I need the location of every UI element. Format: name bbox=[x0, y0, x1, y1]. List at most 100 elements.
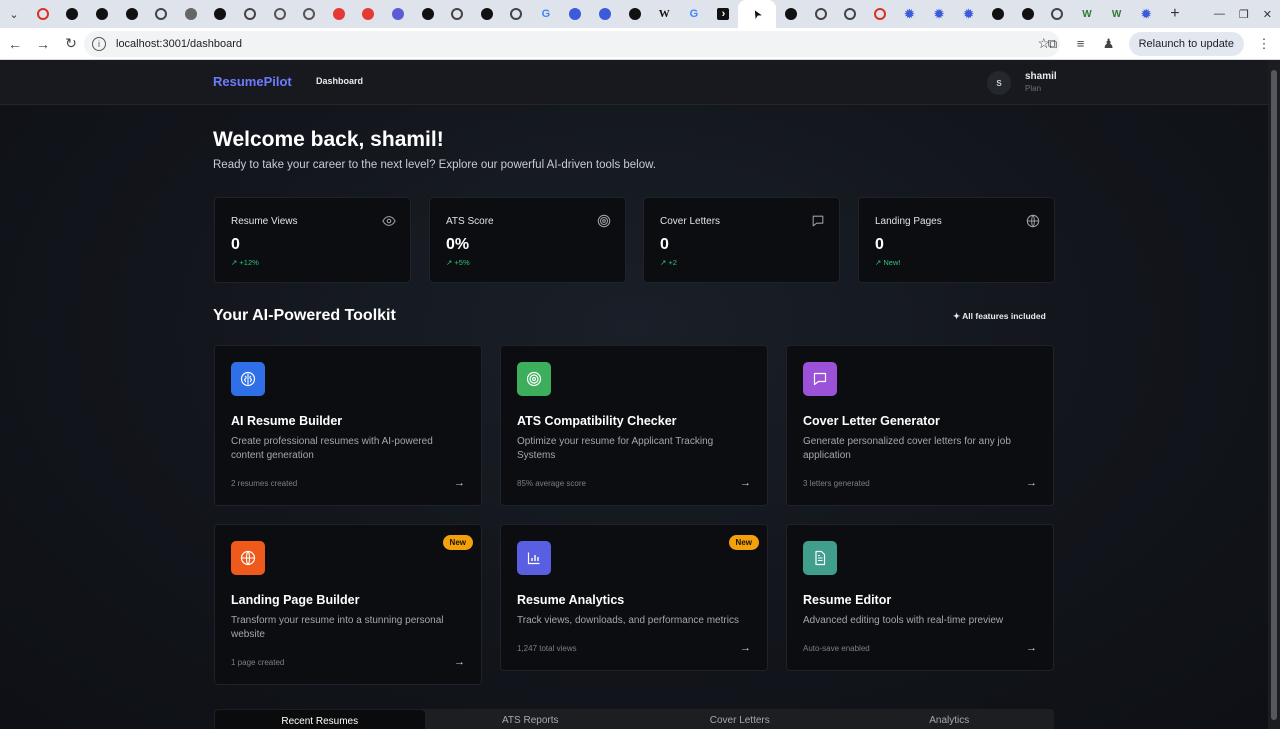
feature-card[interactable]: Landing Page Builder Transform your resum… bbox=[214, 524, 482, 685]
back-icon[interactable]: ← bbox=[2, 31, 28, 57]
browser-tab[interactable]: G bbox=[679, 0, 709, 28]
feature-card[interactable]: Cover Letter Generator Generate personali… bbox=[786, 345, 1054, 506]
restore-icon[interactable]: ❐ bbox=[1239, 8, 1249, 21]
reload-icon[interactable]: ↻ bbox=[58, 31, 84, 57]
browser-tab[interactable] bbox=[983, 0, 1013, 28]
feature-card[interactable]: AI Resume Builder Create professional res… bbox=[214, 345, 482, 506]
page-scrollbar[interactable] bbox=[1268, 60, 1280, 729]
browser-tab[interactable] bbox=[58, 0, 88, 28]
browser-tab[interactable]: › bbox=[709, 0, 739, 28]
relaunch-button[interactable]: Relaunch to update bbox=[1128, 31, 1244, 56]
address-bar[interactable]: i localhost:3001/dashboard ☆ bbox=[84, 30, 1060, 57]
browser-tab[interactable] bbox=[235, 0, 265, 28]
trend-up-icon: ↗ bbox=[231, 258, 238, 267]
browser-tab[interactable] bbox=[1013, 0, 1043, 28]
nav-link-dashboard[interactable]: Dashboard bbox=[316, 76, 363, 86]
browser-tab[interactable] bbox=[1043, 0, 1073, 28]
browser-tab[interactable] bbox=[206, 0, 236, 28]
browser-tab[interactable] bbox=[146, 0, 176, 28]
tab-recent-resumes[interactable]: Recent Resumes bbox=[215, 710, 425, 729]
browser-tab[interactable] bbox=[265, 0, 295, 28]
openai-icon bbox=[992, 8, 1005, 20]
browser-tab[interactable] bbox=[806, 0, 836, 28]
new-tab-button[interactable]: + bbox=[1161, 5, 1189, 23]
brand-logo[interactable]: ResumePilot bbox=[213, 74, 292, 89]
browser-tab[interactable]: ✹ bbox=[1131, 0, 1161, 28]
browser-tab[interactable] bbox=[87, 0, 117, 28]
feature-meta: Auto-save enabled bbox=[803, 644, 870, 653]
close-icon[interactable]: ✕ bbox=[1263, 8, 1272, 21]
browser-tab[interactable] bbox=[117, 0, 147, 28]
arrow-right-icon[interactable]: → bbox=[1026, 477, 1037, 489]
tab-search-chevron-icon[interactable]: ⌄ bbox=[0, 0, 28, 28]
arrow-right-icon[interactable]: → bbox=[1026, 642, 1037, 654]
browser-tab[interactable]: W bbox=[1102, 0, 1132, 28]
tab-cover-letters[interactable]: Cover Letters bbox=[635, 709, 845, 729]
browser-tab[interactable] bbox=[590, 0, 620, 28]
openai-icon bbox=[785, 8, 798, 20]
browser-tab[interactable]: ✹ bbox=[895, 0, 925, 28]
browser-tab-strip: ⌄ G W G › ➤ ✹ ✹ ✹ W W ✹ + — ❐ ✕ bbox=[0, 0, 1280, 28]
stat-value: 0 bbox=[231, 236, 240, 253]
site-info-icon[interactable]: i bbox=[92, 36, 106, 51]
browser-tab[interactable]: ✹ bbox=[924, 0, 954, 28]
browser-tab[interactable]: W bbox=[649, 0, 679, 28]
stat-label: Landing Pages bbox=[875, 216, 942, 227]
feature-meta: 85% average score bbox=[517, 479, 586, 488]
tab-analytics[interactable]: Analytics bbox=[845, 709, 1055, 729]
browser-tab[interactable]: W bbox=[1072, 0, 1102, 28]
arrow-right-icon[interactable]: → bbox=[454, 656, 465, 668]
forward-icon[interactable]: → bbox=[30, 31, 56, 57]
profile-icon[interactable]: ♟ bbox=[1101, 36, 1117, 52]
browser-tab[interactable] bbox=[413, 0, 443, 28]
media-controls-icon[interactable]: ≡ bbox=[1073, 36, 1089, 51]
browser-tab[interactable]: G bbox=[531, 0, 561, 28]
scrollbar-thumb[interactable] bbox=[1271, 70, 1277, 720]
browser-tab[interactable] bbox=[865, 0, 895, 28]
arrow-right-icon[interactable]: → bbox=[740, 477, 751, 489]
browser-tab[interactable]: ✹ bbox=[954, 0, 984, 28]
chrome-menu-icon[interactable]: ⋮ bbox=[1256, 36, 1272, 52]
google-icon: G bbox=[689, 8, 699, 20]
browser-tabs: G W G › ➤ ✹ ✹ ✹ W W ✹ bbox=[28, 0, 1161, 28]
feature-title: Resume Editor bbox=[803, 593, 892, 607]
new-badge: New bbox=[728, 535, 759, 550]
feature-card[interactable]: Resume Analytics Track views, downloads, … bbox=[500, 524, 768, 671]
arrow-right-icon[interactable]: → bbox=[454, 477, 465, 489]
stat-delta: ↗ New! bbox=[875, 258, 900, 267]
feature-card[interactable]: ATS Compatibility Checker Optimize your r… bbox=[500, 345, 768, 506]
browser-tab[interactable] bbox=[294, 0, 324, 28]
browser-tab[interactable] bbox=[442, 0, 472, 28]
url-text[interactable]: localhost:3001/dashboard bbox=[116, 38, 242, 50]
arrow-right-icon[interactable]: → bbox=[740, 642, 751, 654]
globe-icon bbox=[510, 8, 523, 20]
browser-tab[interactable] bbox=[776, 0, 806, 28]
feature-title: ATS Compatibility Checker bbox=[517, 414, 677, 428]
extensions-icon[interactable]: ⧉ bbox=[1045, 36, 1061, 52]
browser-tab[interactable] bbox=[561, 0, 591, 28]
browser-tab[interactable] bbox=[383, 0, 413, 28]
stat-label: ATS Score bbox=[446, 216, 494, 227]
red-app-icon bbox=[332, 8, 345, 20]
browser-tab[interactable] bbox=[354, 0, 384, 28]
browser-tab[interactable] bbox=[835, 0, 865, 28]
browser-tab[interactable] bbox=[28, 0, 58, 28]
browser-tab[interactable] bbox=[502, 0, 532, 28]
minimize-icon[interactable]: — bbox=[1214, 8, 1225, 20]
globe-icon bbox=[273, 8, 286, 20]
file-icon bbox=[803, 541, 837, 575]
browser-tab[interactable]: ➤ bbox=[738, 0, 777, 28]
feature-card[interactable]: Resume Editor Advanced editing tools with… bbox=[786, 524, 1054, 671]
page-title: Welcome back, shamil! bbox=[213, 128, 444, 151]
user-avatar[interactable]: S bbox=[987, 71, 1011, 95]
browser-tab[interactable] bbox=[176, 0, 206, 28]
w-icon: W bbox=[1082, 8, 1092, 20]
globe-icon bbox=[231, 541, 265, 575]
google-icon: G bbox=[541, 8, 551, 20]
browser-tab[interactable] bbox=[324, 0, 354, 28]
browser-tab[interactable] bbox=[472, 0, 502, 28]
browser-tab[interactable] bbox=[620, 0, 650, 28]
tab-ats-reports[interactable]: ATS Reports bbox=[426, 709, 636, 729]
feature-meta: 2 resumes created bbox=[231, 479, 298, 488]
stat-delta-value: New! bbox=[883, 258, 901, 267]
